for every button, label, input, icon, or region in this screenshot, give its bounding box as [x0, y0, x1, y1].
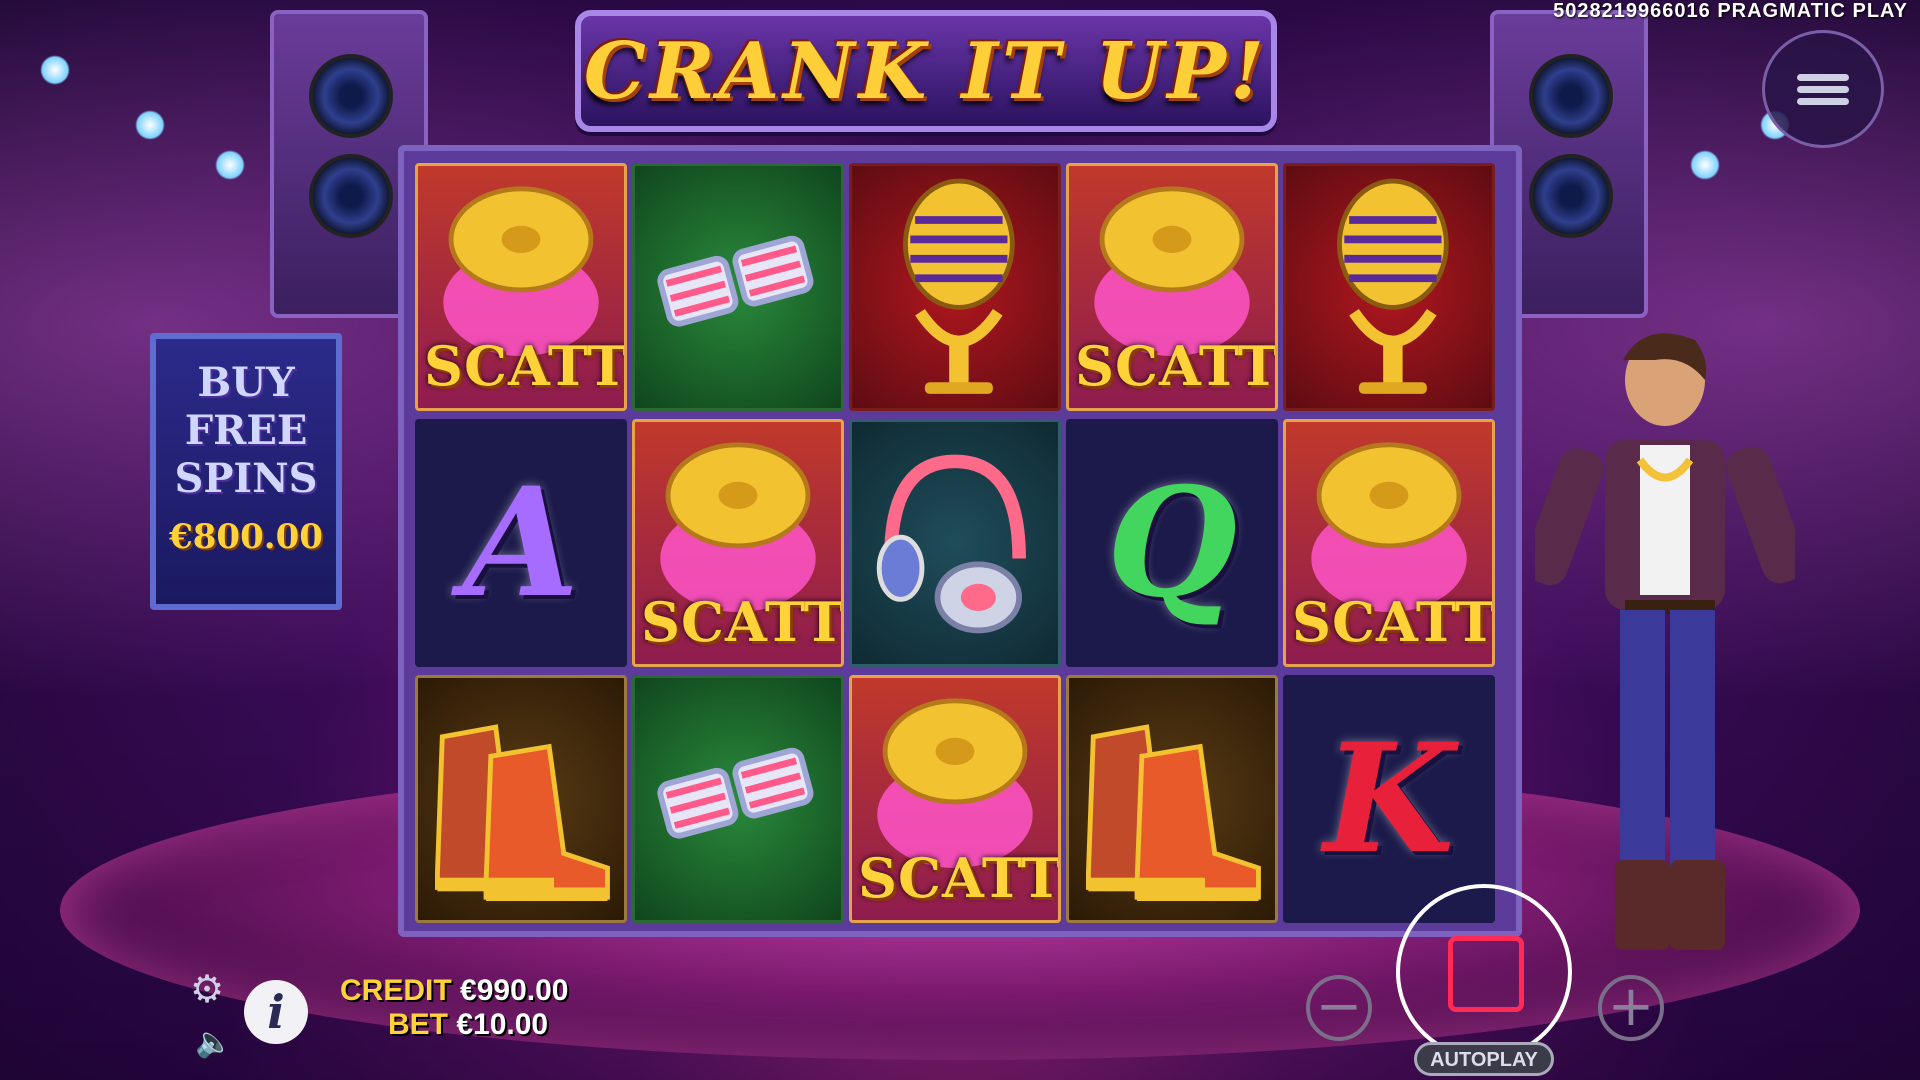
- spin-button[interactable]: [1396, 884, 1572, 1060]
- reel-symbol-glasses: [632, 675, 844, 923]
- credit-value: €990.00: [460, 974, 569, 1007]
- reel-symbol-scatter: SCATTER: [849, 675, 1061, 923]
- buy-line-3: SPINS: [174, 455, 318, 502]
- symbol-letter: A: [462, 455, 580, 631]
- reel-symbol-q: Q: [1066, 419, 1278, 667]
- reel-symbol-headphones: [849, 419, 1061, 667]
- reel-symbol-scatter: SCATTER: [1283, 419, 1495, 667]
- scatter-label: SCATTER: [1075, 334, 1278, 398]
- stage-light: [40, 55, 70, 85]
- credit-bet-display: CREDIT €990.00 BET €10.00: [340, 974, 568, 1042]
- increase-bet-button[interactable]: +: [1598, 975, 1664, 1041]
- buy-line-2: FREE: [184, 407, 308, 454]
- reel-symbol-a: A: [415, 419, 627, 667]
- stage-light: [1690, 150, 1720, 180]
- scatter-label: SCATTER: [1292, 590, 1495, 654]
- hamburger-icon: [1797, 69, 1849, 110]
- reel-symbol-glasses: [632, 163, 844, 411]
- bet-label: BET: [388, 1008, 448, 1041]
- stage-light: [215, 150, 245, 180]
- reel-symbol-sneakers: [1066, 675, 1278, 923]
- decrease-bet-button[interactable]: −: [1306, 975, 1372, 1041]
- reel-grid: SCATTER SCATTER A SCATTER Q SCATTER SCATTER K: [415, 163, 1495, 923]
- reel-symbol-microphone: [849, 163, 1061, 411]
- scatter-label: SCATTER: [641, 590, 844, 654]
- game-title-banner: CRANK IT UP!: [575, 10, 1277, 132]
- reel-symbol-scatter: SCATTER: [632, 419, 844, 667]
- symbol-letter: Q: [1106, 455, 1238, 631]
- gear-icon[interactable]: ⚙: [190, 970, 228, 1008]
- reel-symbol-microphone: [1283, 163, 1495, 411]
- character-dj: [1535, 333, 1795, 950]
- spin-icon: [1448, 936, 1524, 1012]
- autoplay-button[interactable]: AUTOPLAY: [1414, 1042, 1554, 1076]
- reel-symbol-scatter: SCATTER: [1066, 163, 1278, 411]
- game-title: CRANK IT UP!: [583, 25, 1269, 117]
- scatter-label: SCATTER: [424, 334, 627, 398]
- stage-light: [135, 110, 165, 140]
- bet-value: €10.00: [456, 1008, 549, 1041]
- scatter-label: SCATTER: [858, 846, 1061, 910]
- buy-line-1: BUY: [197, 359, 295, 406]
- credit-label: CREDIT: [340, 974, 452, 1007]
- menu-button[interactable]: [1762, 30, 1884, 148]
- speaker-icon[interactable]: 🔈: [195, 1025, 232, 1060]
- info-button[interactable]: i: [244, 980, 308, 1044]
- reel-symbol-sneakers: [415, 675, 627, 923]
- reel-symbol-scatter: SCATTER: [415, 163, 627, 411]
- buy-free-spins-button[interactable]: BUY FREE SPINS €800.00: [150, 333, 342, 610]
- game-id: 5028219966016 PRAGMATIC PLAY: [1553, 0, 1908, 22]
- buy-price: €800.00: [169, 517, 323, 557]
- symbol-letter: K: [1323, 711, 1455, 887]
